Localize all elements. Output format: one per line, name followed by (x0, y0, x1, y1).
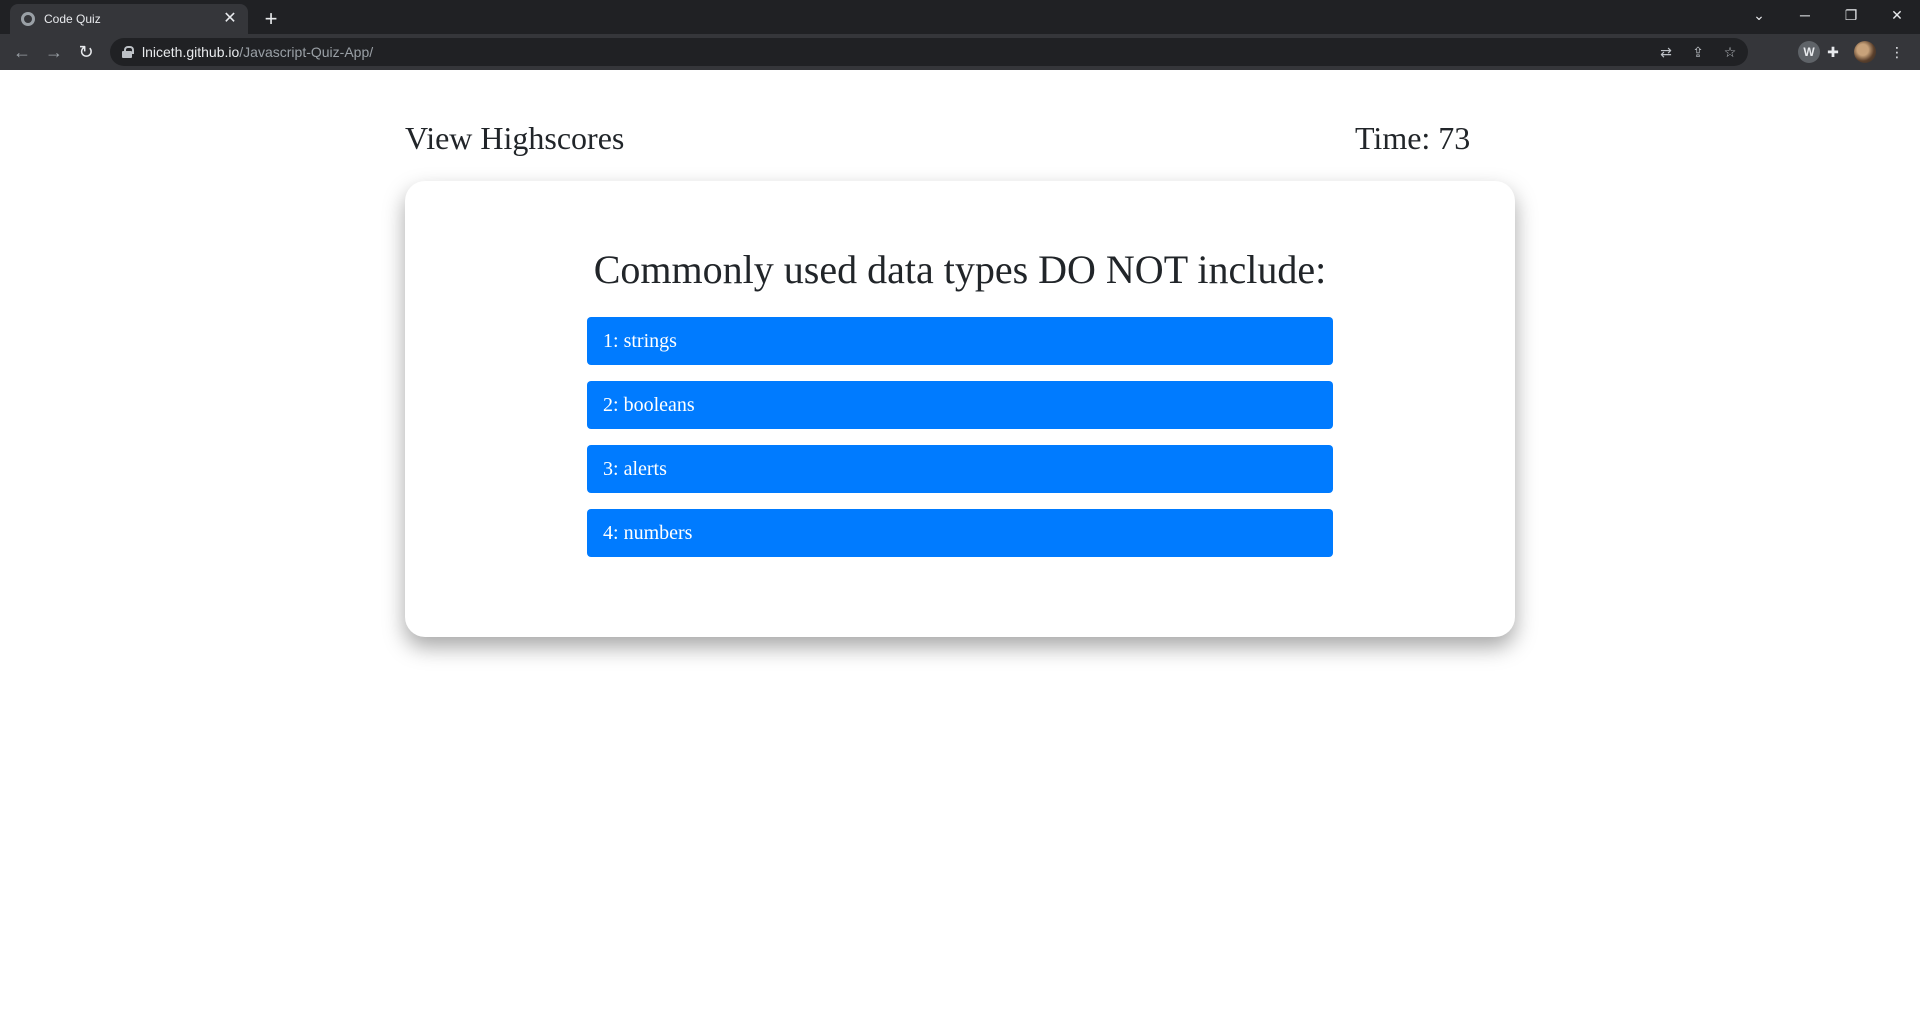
avatar[interactable] (1854, 41, 1876, 63)
address-bar[interactable]: lniceth.github.io /Javascript-Quiz-App/ … (110, 38, 1748, 66)
question-text: Commonly used data types DO NOT include: (593, 247, 1327, 292)
answer-button-3[interactable]: 3alerts (587, 445, 1333, 493)
browser-tab[interactable]: Code Quiz ✕ (10, 4, 248, 34)
answer-text: booleans (623, 393, 695, 416)
lock-icon (122, 46, 134, 58)
timer-value: 73 (1438, 120, 1471, 156)
tab-strip: Code Quiz ✕ + ⌄ ─ ❐ ✕ (0, 0, 1920, 34)
answer-list: 1strings 2booleans 3alerts 4numbers (587, 317, 1333, 573)
answer-number: 3 (603, 458, 624, 481)
chevron-down-icon: ⌄ (1753, 7, 1765, 23)
extension-w-icon[interactable]: W (1798, 41, 1820, 63)
new-tab-button[interactable]: + (258, 6, 284, 32)
plus-icon: + (264, 6, 278, 31)
close-window-button[interactable]: ✕ (1874, 0, 1920, 30)
reload-icon: ↻ (78, 42, 94, 62)
share-icon[interactable]: ⇪ (1688, 42, 1708, 62)
star-icon[interactable]: ☆ (1720, 42, 1740, 62)
browser-toolbar: ← → ↻ lniceth.github.io /Javascript-Quiz… (0, 34, 1920, 70)
restore-icon: ❐ (1844, 7, 1858, 23)
answer-number: 4 (603, 522, 624, 545)
forward-button[interactable]: → (40, 38, 68, 66)
answer-text: numbers (623, 521, 693, 544)
answer-button-4[interactable]: 4numbers (587, 509, 1333, 557)
timer: Time: 73 (1355, 120, 1470, 157)
minimize-button[interactable]: ─ (1782, 0, 1828, 30)
answer-number: 2 (603, 394, 624, 417)
globe-icon (21, 12, 35, 26)
back-arrow-icon: ← (13, 42, 31, 62)
forward-arrow-icon: → (45, 42, 63, 62)
tab-search-button[interactable]: ⌄ (1736, 0, 1782, 30)
restore-button[interactable]: ❐ (1828, 0, 1874, 30)
tab-title: Code Quiz (44, 12, 101, 26)
timer-label: Time: (1355, 120, 1431, 156)
reload-button[interactable]: ↻ (72, 38, 100, 66)
puzzle-icon[interactable]: ✚ (1822, 41, 1844, 63)
back-button[interactable]: ← (8, 38, 36, 66)
answer-text: strings (623, 329, 677, 352)
close-icon: ✕ (1891, 7, 1903, 23)
view-highscores-link[interactable]: View Highscores (405, 120, 624, 157)
url-path: /Javascript-Quiz-App/ (239, 44, 374, 60)
answer-button-2[interactable]: 2booleans (587, 381, 1333, 429)
answer-number: 1 (603, 330, 624, 353)
answer-text: alerts (623, 457, 667, 480)
minimize-icon: ─ (1800, 7, 1810, 23)
browser-chrome: Code Quiz ✕ + ⌄ ─ ❐ ✕ ← → ↻ lniceth.gith… (0, 0, 1920, 70)
translate-icon[interactable]: ⇄ (1656, 42, 1676, 62)
answer-button-1[interactable]: 1strings (587, 317, 1333, 365)
url-host: lniceth.github.io (142, 44, 240, 60)
close-icon[interactable]: ✕ (220, 9, 240, 29)
page-content: View Highscores Time: 73 Commonly used da… (0, 70, 1920, 1032)
quiz-card: Commonly used data types DO NOT include:… (405, 181, 1515, 637)
kebab-menu-icon[interactable]: ⋮ (1886, 41, 1908, 63)
